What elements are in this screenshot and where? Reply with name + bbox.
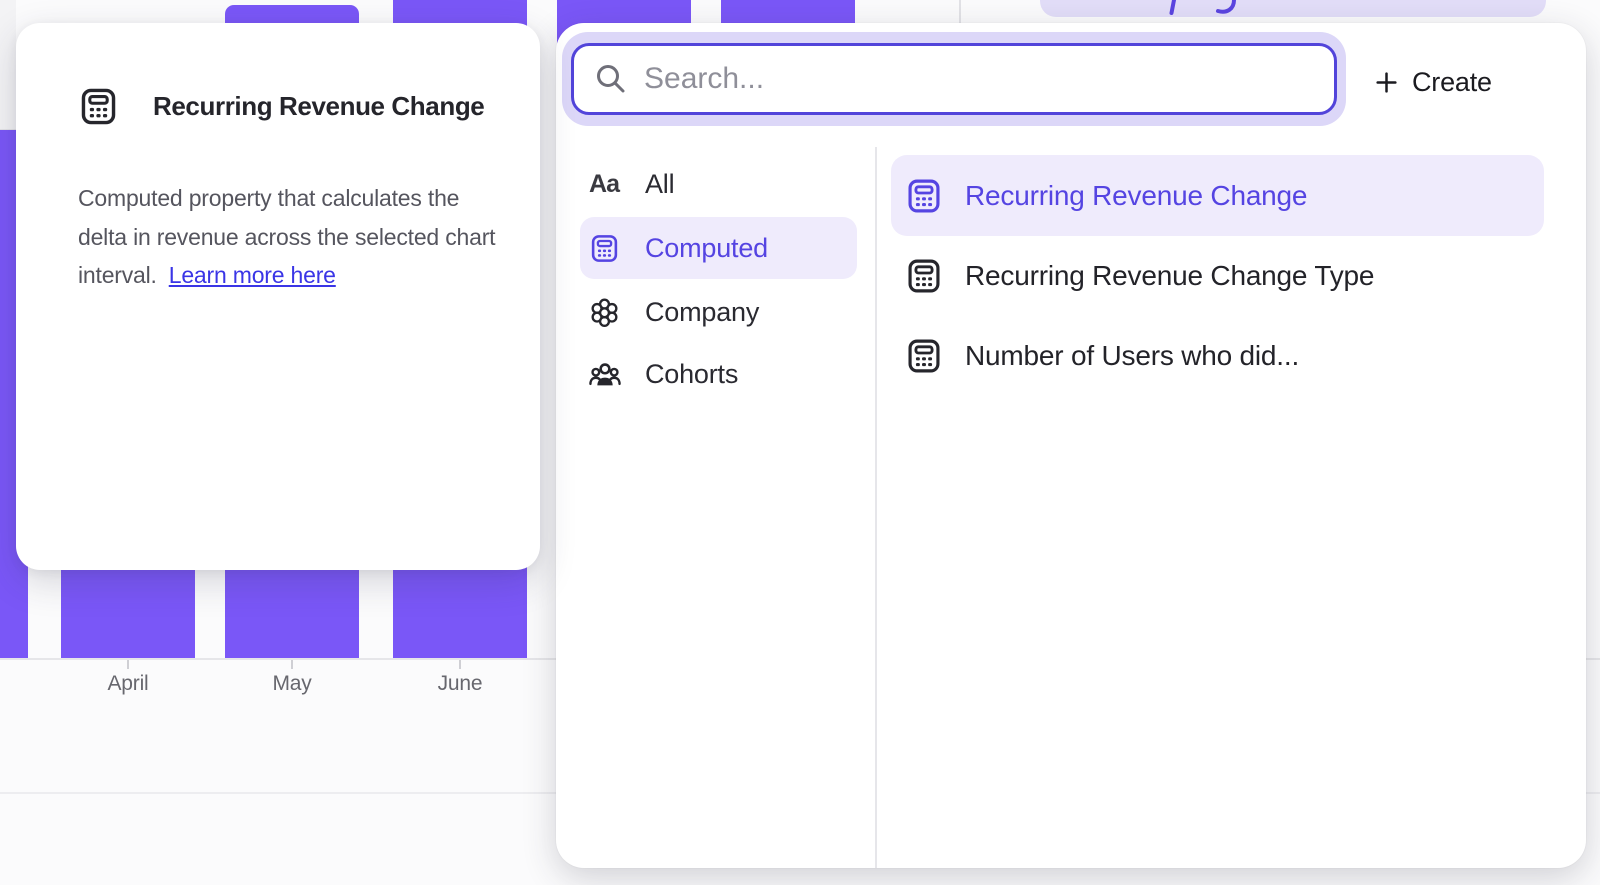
category-label: All bbox=[645, 169, 674, 200]
category-label: Computed bbox=[645, 233, 768, 264]
axis-tick bbox=[459, 660, 461, 669]
category-item-cohorts[interactable]: Cohorts bbox=[580, 343, 857, 405]
x-tick-label-april: April bbox=[107, 672, 148, 696]
calculator-icon bbox=[904, 256, 944, 296]
axis-tick bbox=[127, 660, 129, 669]
create-button-label: Create bbox=[1412, 67, 1492, 98]
result-label: Recurring Revenue Change bbox=[965, 180, 1307, 212]
text-format-icon: Aa bbox=[587, 167, 621, 201]
calculator-icon bbox=[904, 176, 944, 216]
x-tick-label-may: May bbox=[272, 672, 311, 696]
result-item-recurring-revenue-change-type[interactable]: Recurring Revenue Change Type bbox=[891, 235, 1544, 316]
cohorts-icon bbox=[587, 357, 621, 391]
category-label: Cohorts bbox=[645, 359, 738, 390]
calculator-icon bbox=[904, 336, 944, 376]
column-divider bbox=[875, 147, 877, 868]
description-line: Computed property that calculates the bbox=[78, 179, 530, 218]
category-item-computed[interactable]: Computed bbox=[580, 217, 857, 279]
page-left-gutter bbox=[0, 0, 16, 130]
tooltip-title: Recurring Revenue Change bbox=[153, 91, 484, 122]
description-line: delta in revenue across the selected cha… bbox=[78, 218, 530, 257]
property-chip-text-fragment bbox=[1158, 0, 1254, 15]
calculator-icon bbox=[587, 231, 621, 265]
x-tick-label-june: June bbox=[438, 672, 483, 696]
create-button[interactable]: Create bbox=[1374, 60, 1492, 104]
result-item-number-of-users-who-did[interactable]: Number of Users who did... bbox=[891, 315, 1544, 396]
category-item-company[interactable]: Company bbox=[580, 281, 857, 343]
search-icon bbox=[594, 62, 628, 96]
tooltip-header: Recurring Revenue Change bbox=[78, 86, 484, 127]
property-chip-partial bbox=[1040, 0, 1546, 17]
company-icon bbox=[587, 295, 621, 329]
calculator-icon bbox=[78, 86, 119, 127]
result-item-recurring-revenue-change[interactable]: Recurring Revenue Change bbox=[891, 155, 1544, 236]
search-input[interactable] bbox=[644, 62, 1334, 96]
property-picker-modal: Create Aa All Computed Company Cohorts R… bbox=[556, 23, 1586, 868]
axis-tick bbox=[291, 660, 293, 669]
background-panel-edge bbox=[959, 0, 961, 23]
property-tooltip-card: Recurring Revenue Change Computed proper… bbox=[16, 23, 540, 570]
result-label: Recurring Revenue Change Type bbox=[965, 260, 1374, 292]
search-focus-ring bbox=[562, 32, 1346, 126]
category-label: Company bbox=[645, 297, 759, 328]
search-field[interactable] bbox=[571, 43, 1337, 115]
category-item-all[interactable]: Aa All bbox=[580, 153, 857, 215]
plus-icon bbox=[1374, 70, 1399, 95]
learn-more-link[interactable]: Learn more here bbox=[169, 262, 336, 288]
description-line: interval.Learn more here bbox=[78, 256, 530, 295]
tooltip-description: Computed property that calculates the de… bbox=[78, 179, 530, 295]
result-label: Number of Users who did... bbox=[965, 340, 1299, 372]
